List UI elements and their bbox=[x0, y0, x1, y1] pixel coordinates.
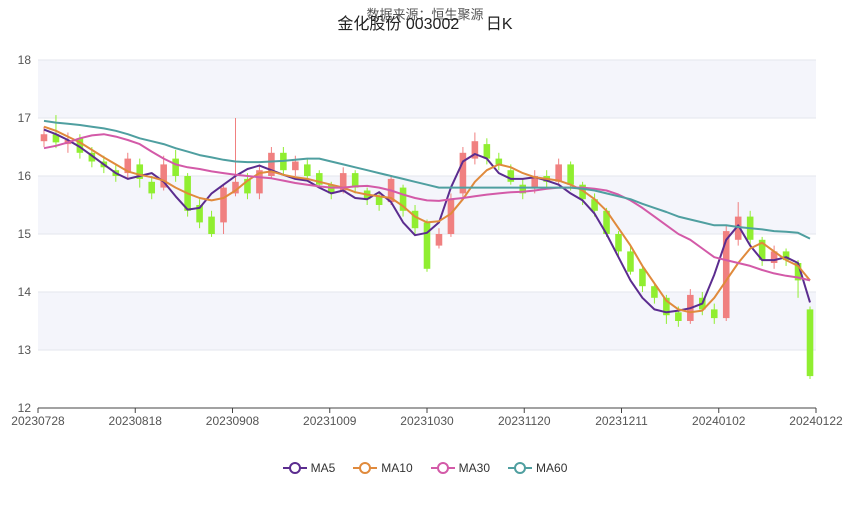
y-tick-label: 14 bbox=[18, 285, 32, 299]
x-tick-label: 20240102 bbox=[692, 414, 746, 428]
grid-band bbox=[38, 60, 816, 118]
legend-item-ma10[interactable]: MA10 bbox=[353, 461, 413, 475]
x-tick-label: 20231120 bbox=[498, 414, 551, 428]
candle-body bbox=[483, 144, 491, 159]
x-tick-label: 20230818 bbox=[109, 414, 163, 428]
y-tick-label: 12 bbox=[18, 401, 32, 415]
candle-body bbox=[148, 181, 155, 194]
candle-body bbox=[292, 161, 299, 171]
legend-marker-ma5 bbox=[282, 462, 307, 474]
candle-body bbox=[423, 222, 431, 269]
legend-item-ma30[interactable]: MA30 bbox=[430, 461, 491, 475]
candle-body bbox=[208, 216, 215, 234]
y-tick-label: 13 bbox=[18, 343, 32, 357]
candle-body bbox=[507, 170, 515, 182]
candle-body bbox=[555, 164, 562, 182]
legend-item-ma5[interactable]: MA5 bbox=[282, 461, 336, 475]
candle-body bbox=[615, 234, 622, 252]
legend-marker-ma30 bbox=[430, 462, 455, 474]
legend-label-ma60: MA60 bbox=[536, 461, 568, 475]
candle-body bbox=[220, 187, 227, 223]
x-tick-label: 20231009 bbox=[303, 414, 357, 428]
candle-body bbox=[435, 234, 443, 246]
candle-body bbox=[304, 164, 311, 176]
y-tick-label: 17 bbox=[18, 111, 32, 125]
legend-label-ma30: MA30 bbox=[458, 461, 491, 475]
candle-body bbox=[447, 199, 455, 234]
candle-body bbox=[567, 164, 574, 185]
x-tick-label: 20231211 bbox=[595, 414, 648, 428]
y-tick-label: 15 bbox=[18, 227, 32, 241]
candle-body bbox=[627, 251, 634, 272]
legend-label-ma10: MA10 bbox=[381, 461, 413, 475]
x-tick-label: 20240122 bbox=[789, 414, 843, 428]
legend-label-ma5: MA5 bbox=[310, 461, 336, 475]
candle-body bbox=[675, 312, 682, 321]
x-tick-label: 20230728 bbox=[11, 414, 65, 428]
candle-body bbox=[40, 134, 48, 142]
legend-marker-ma10 bbox=[353, 462, 378, 474]
chart-legend: MA5 MA10 MA30 MA60 bbox=[0, 461, 850, 475]
candle-body bbox=[172, 158, 179, 176]
candlestick-chart: 12 13 14 15 16 17 18 20230728 20230818 20230908 20… bbox=[11, 53, 843, 428]
x-tick-label: 20231030 bbox=[400, 414, 454, 428]
candle-body bbox=[639, 268, 646, 287]
candle-body bbox=[710, 309, 718, 319]
legend-item-ma60[interactable]: MA60 bbox=[508, 461, 567, 475]
y-tick-label: 18 bbox=[18, 53, 32, 67]
x-tick-label: 20230908 bbox=[206, 414, 260, 428]
y-tick-label: 16 bbox=[18, 169, 32, 183]
candle-body bbox=[806, 309, 814, 377]
legend-marker-ma60 bbox=[508, 462, 533, 474]
